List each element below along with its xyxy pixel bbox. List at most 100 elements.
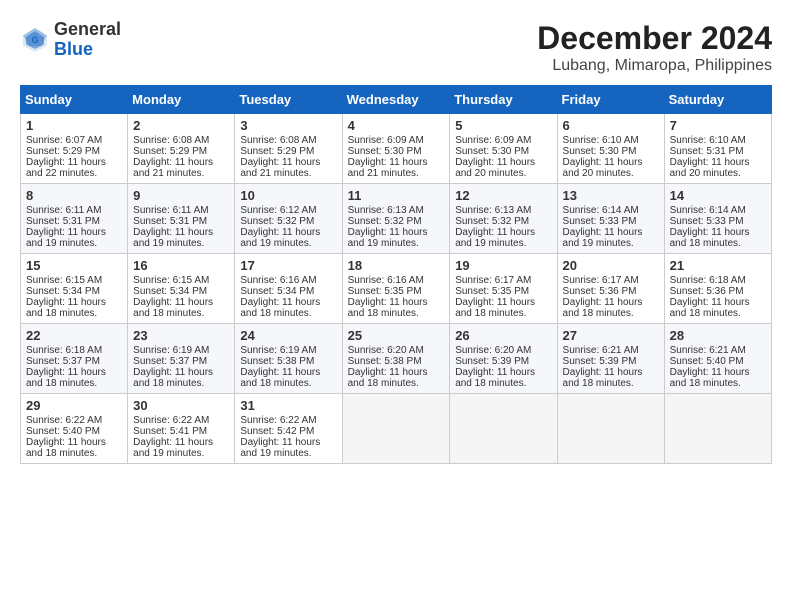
sunrise-text: Sunrise: 6:11 AM [133,205,229,216]
day-number: 5 [455,118,551,133]
sunrise-text: Sunrise: 6:16 AM [240,275,336,286]
sunset-text: Sunset: 5:35 PM [455,286,551,297]
calendar-cell: 22Sunrise: 6:18 AMSunset: 5:37 PMDayligh… [21,324,128,394]
calendar-day-header: Monday [128,86,235,114]
daylight-text: Daylight: 11 hours and 18 minutes. [455,367,551,389]
daylight-text: Daylight: 11 hours and 19 minutes. [133,437,229,459]
sunset-text: Sunset: 5:29 PM [240,146,336,157]
daylight-text: Daylight: 11 hours and 18 minutes. [455,297,551,319]
calendar-cell: 29Sunrise: 6:22 AMSunset: 5:40 PMDayligh… [21,394,128,464]
sunset-text: Sunset: 5:31 PM [133,216,229,227]
sunrise-text: Sunrise: 6:09 AM [348,135,445,146]
sunrise-text: Sunrise: 6:21 AM [670,345,766,356]
daylight-text: Daylight: 11 hours and 19 minutes. [240,437,336,459]
daylight-text: Daylight: 11 hours and 18 minutes. [26,297,122,319]
sunrise-text: Sunrise: 6:22 AM [240,415,336,426]
calendar-cell: 14Sunrise: 6:14 AMSunset: 5:33 PMDayligh… [664,184,771,254]
calendar-cell: 25Sunrise: 6:20 AMSunset: 5:38 PMDayligh… [342,324,450,394]
daylight-text: Daylight: 11 hours and 21 minutes. [348,157,445,179]
calendar-cell [342,394,450,464]
daylight-text: Daylight: 11 hours and 21 minutes. [240,157,336,179]
day-number: 31 [240,398,336,413]
calendar-cell: 2Sunrise: 6:08 AMSunset: 5:29 PMDaylight… [128,114,235,184]
sunset-text: Sunset: 5:34 PM [26,286,122,297]
calendar-day-header: Tuesday [235,86,342,114]
sunset-text: Sunset: 5:31 PM [670,146,766,157]
sunrise-text: Sunrise: 6:18 AM [26,345,122,356]
day-number: 7 [670,118,766,133]
calendar-cell: 1Sunrise: 6:07 AMSunset: 5:29 PMDaylight… [21,114,128,184]
daylight-text: Daylight: 11 hours and 18 minutes. [26,367,122,389]
calendar-cell: 5Sunrise: 6:09 AMSunset: 5:30 PMDaylight… [450,114,557,184]
calendar-cell: 24Sunrise: 6:19 AMSunset: 5:38 PMDayligh… [235,324,342,394]
sunset-text: Sunset: 5:34 PM [133,286,229,297]
calendar-cell: 16Sunrise: 6:15 AMSunset: 5:34 PMDayligh… [128,254,235,324]
calendar-day-header: Thursday [450,86,557,114]
sunset-text: Sunset: 5:31 PM [26,216,122,227]
sunset-text: Sunset: 5:32 PM [240,216,336,227]
sunrise-text: Sunrise: 6:17 AM [455,275,551,286]
calendar-cell: 30Sunrise: 6:22 AMSunset: 5:41 PMDayligh… [128,394,235,464]
calendar-cell: 7Sunrise: 6:10 AMSunset: 5:31 PMDaylight… [664,114,771,184]
daylight-text: Daylight: 11 hours and 18 minutes. [670,297,766,319]
sunset-text: Sunset: 5:33 PM [563,216,659,227]
page-subtitle: Lubang, Mimaropa, Philippines [537,57,772,75]
title-block: December 2024 Lubang, Mimaropa, Philippi… [537,20,772,75]
sunrise-text: Sunrise: 6:14 AM [670,205,766,216]
day-number: 27 [563,328,659,343]
sunrise-text: Sunrise: 6:11 AM [26,205,122,216]
daylight-text: Daylight: 11 hours and 19 minutes. [26,227,122,249]
sunset-text: Sunset: 5:36 PM [563,286,659,297]
sunset-text: Sunset: 5:36 PM [670,286,766,297]
calendar-day-header: Friday [557,86,664,114]
sunrise-text: Sunrise: 6:15 AM [26,275,122,286]
day-number: 9 [133,188,229,203]
day-number: 20 [563,258,659,273]
calendar-cell: 4Sunrise: 6:09 AMSunset: 5:30 PMDaylight… [342,114,450,184]
sunrise-text: Sunrise: 6:17 AM [563,275,659,286]
calendar-cell: 19Sunrise: 6:17 AMSunset: 5:35 PMDayligh… [450,254,557,324]
calendar-cell: 18Sunrise: 6:16 AMSunset: 5:35 PMDayligh… [342,254,450,324]
day-number: 23 [133,328,229,343]
calendar-day-header: Sunday [21,86,128,114]
sunrise-text: Sunrise: 6:19 AM [240,345,336,356]
sunrise-text: Sunrise: 6:16 AM [348,275,445,286]
svg-text:G: G [31,35,38,45]
sunset-text: Sunset: 5:38 PM [348,356,445,367]
sunset-text: Sunset: 5:42 PM [240,426,336,437]
logo: G General Blue [20,20,121,60]
calendar-cell [557,394,664,464]
sunrise-text: Sunrise: 6:19 AM [133,345,229,356]
calendar-cell: 3Sunrise: 6:08 AMSunset: 5:29 PMDaylight… [235,114,342,184]
sunset-text: Sunset: 5:29 PM [26,146,122,157]
sunrise-text: Sunrise: 6:08 AM [133,135,229,146]
sunrise-text: Sunrise: 6:13 AM [348,205,445,216]
sunset-text: Sunset: 5:39 PM [563,356,659,367]
day-number: 10 [240,188,336,203]
calendar-cell: 31 Sunrise: 6:22 AMSunset: 5:42 PMDayligh… [235,394,342,464]
day-number: 16 [133,258,229,273]
page-title: December 2024 [537,20,772,57]
calendar-cell: 11Sunrise: 6:13 AMSunset: 5:32 PMDayligh… [342,184,450,254]
calendar-cell [450,394,557,464]
daylight-text: Daylight: 11 hours and 18 minutes. [348,297,445,319]
day-number: 18 [348,258,445,273]
calendar-cell: 27Sunrise: 6:21 AMSunset: 5:39 PMDayligh… [557,324,664,394]
sunset-text: Sunset: 5:33 PM [670,216,766,227]
sunset-text: Sunset: 5:39 PM [455,356,551,367]
day-number: 15 [26,258,122,273]
calendar-cell [664,394,771,464]
calendar-cell: 23Sunrise: 6:19 AMSunset: 5:37 PMDayligh… [128,324,235,394]
calendar-cell: 26Sunrise: 6:20 AMSunset: 5:39 PMDayligh… [450,324,557,394]
daylight-text: Daylight: 11 hours and 19 minutes. [133,227,229,249]
day-number: 14 [670,188,766,203]
daylight-text: Daylight: 11 hours and 21 minutes. [133,157,229,179]
daylight-text: Daylight: 11 hours and 18 minutes. [240,297,336,319]
calendar-week-row: 22Sunrise: 6:18 AMSunset: 5:37 PMDayligh… [21,324,772,394]
calendar-cell: 13Sunrise: 6:14 AMSunset: 5:33 PMDayligh… [557,184,664,254]
calendar-cell: 28Sunrise: 6:21 AMSunset: 5:40 PMDayligh… [664,324,771,394]
day-number: 26 [455,328,551,343]
day-number: 1 [26,118,122,133]
daylight-text: Daylight: 11 hours and 18 minutes. [240,367,336,389]
daylight-text: Daylight: 11 hours and 19 minutes. [563,227,659,249]
